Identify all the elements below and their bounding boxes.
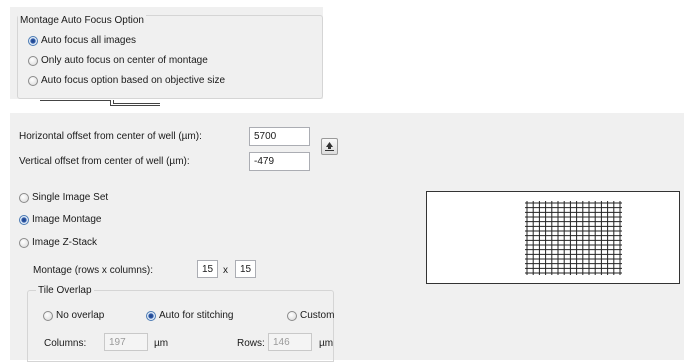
radio-selected-icon xyxy=(28,35,38,46)
montage-auto-focus-title: Montage Auto Focus Option xyxy=(18,15,146,26)
overlap-rows-label: Rows: xyxy=(237,338,265,349)
radio-custom[interactable]: Custom xyxy=(287,310,334,321)
radio-auto-focus-all[interactable]: Auto focus all images xyxy=(28,35,136,46)
radio-unselected-icon xyxy=(28,75,38,86)
radio-no-overlap[interactable]: No overlap xyxy=(43,310,104,321)
radio-unselected-icon xyxy=(28,55,38,66)
montage-size-separator: x xyxy=(223,265,228,276)
montage-grid xyxy=(525,201,622,275)
divider-line xyxy=(110,105,160,106)
divider-line xyxy=(40,100,110,101)
radio-auto-focus-center-label: Only auto focus on center of montage xyxy=(41,55,208,66)
radio-image-z-stack[interactable]: Image Z-Stack xyxy=(19,237,97,248)
horizontal-offset-label: Horizontal offset from center of well (µ… xyxy=(19,131,202,142)
divider-line xyxy=(113,103,160,104)
overlap-columns-input[interactable]: 197 xyxy=(104,333,148,351)
arrow-up-icon xyxy=(325,142,334,151)
radio-auto-focus-center[interactable]: Only auto focus on center of montage xyxy=(28,55,208,66)
overlap-columns-label: Columns: xyxy=(44,338,87,349)
montage-columns-input[interactable]: 15 xyxy=(235,260,256,278)
radio-auto-focus-objective[interactable]: Auto focus option based on objective siz… xyxy=(28,75,225,86)
set-offset-button[interactable] xyxy=(321,138,338,155)
radio-single-image-set[interactable]: Single Image Set xyxy=(19,192,108,203)
vertical-offset-input[interactable]: -479 xyxy=(249,152,310,171)
radio-image-montage[interactable]: Image Montage xyxy=(19,214,102,225)
montage-preview xyxy=(426,191,680,284)
radio-auto-focus-objective-label: Auto focus option based on objective siz… xyxy=(41,75,226,86)
tile-overlap-title: Tile Overlap xyxy=(36,285,94,296)
radio-auto-stitching-label: Auto for stitching xyxy=(159,310,234,321)
horizontal-offset-input[interactable]: 5700 xyxy=(249,127,310,146)
vertical-offset-label: Vertical offset from center of well (µm)… xyxy=(19,156,190,167)
radio-unselected-icon xyxy=(19,192,29,203)
overlap-rows-input[interactable]: 146 xyxy=(268,333,312,351)
radio-unselected-icon xyxy=(287,310,297,321)
overlap-rows-unit: µm xyxy=(319,338,334,349)
radio-selected-icon xyxy=(19,214,29,225)
radio-auto-focus-all-label: Auto focus all images xyxy=(41,35,137,46)
radio-image-montage-label: Image Montage xyxy=(32,214,102,225)
radio-unselected-icon xyxy=(19,237,29,248)
radio-image-z-stack-label: Image Z-Stack xyxy=(32,237,98,248)
tile-overlap-group xyxy=(27,290,334,362)
overlap-columns-unit: µm xyxy=(154,338,169,349)
montage-rows-input[interactable]: 15 xyxy=(197,260,218,278)
radio-custom-label: Custom xyxy=(300,310,335,321)
radio-unselected-icon xyxy=(43,310,53,321)
radio-auto-stitching[interactable]: Auto for stitching xyxy=(146,310,233,321)
montage-size-label: Montage (rows x columns): xyxy=(33,265,154,276)
montage-auto-focus-panel: Montage Auto Focus Option Auto focus all… xyxy=(10,7,323,99)
radio-single-image-set-label: Single Image Set xyxy=(32,192,109,203)
radio-no-overlap-label: No overlap xyxy=(56,310,105,321)
radio-selected-icon xyxy=(146,310,156,321)
